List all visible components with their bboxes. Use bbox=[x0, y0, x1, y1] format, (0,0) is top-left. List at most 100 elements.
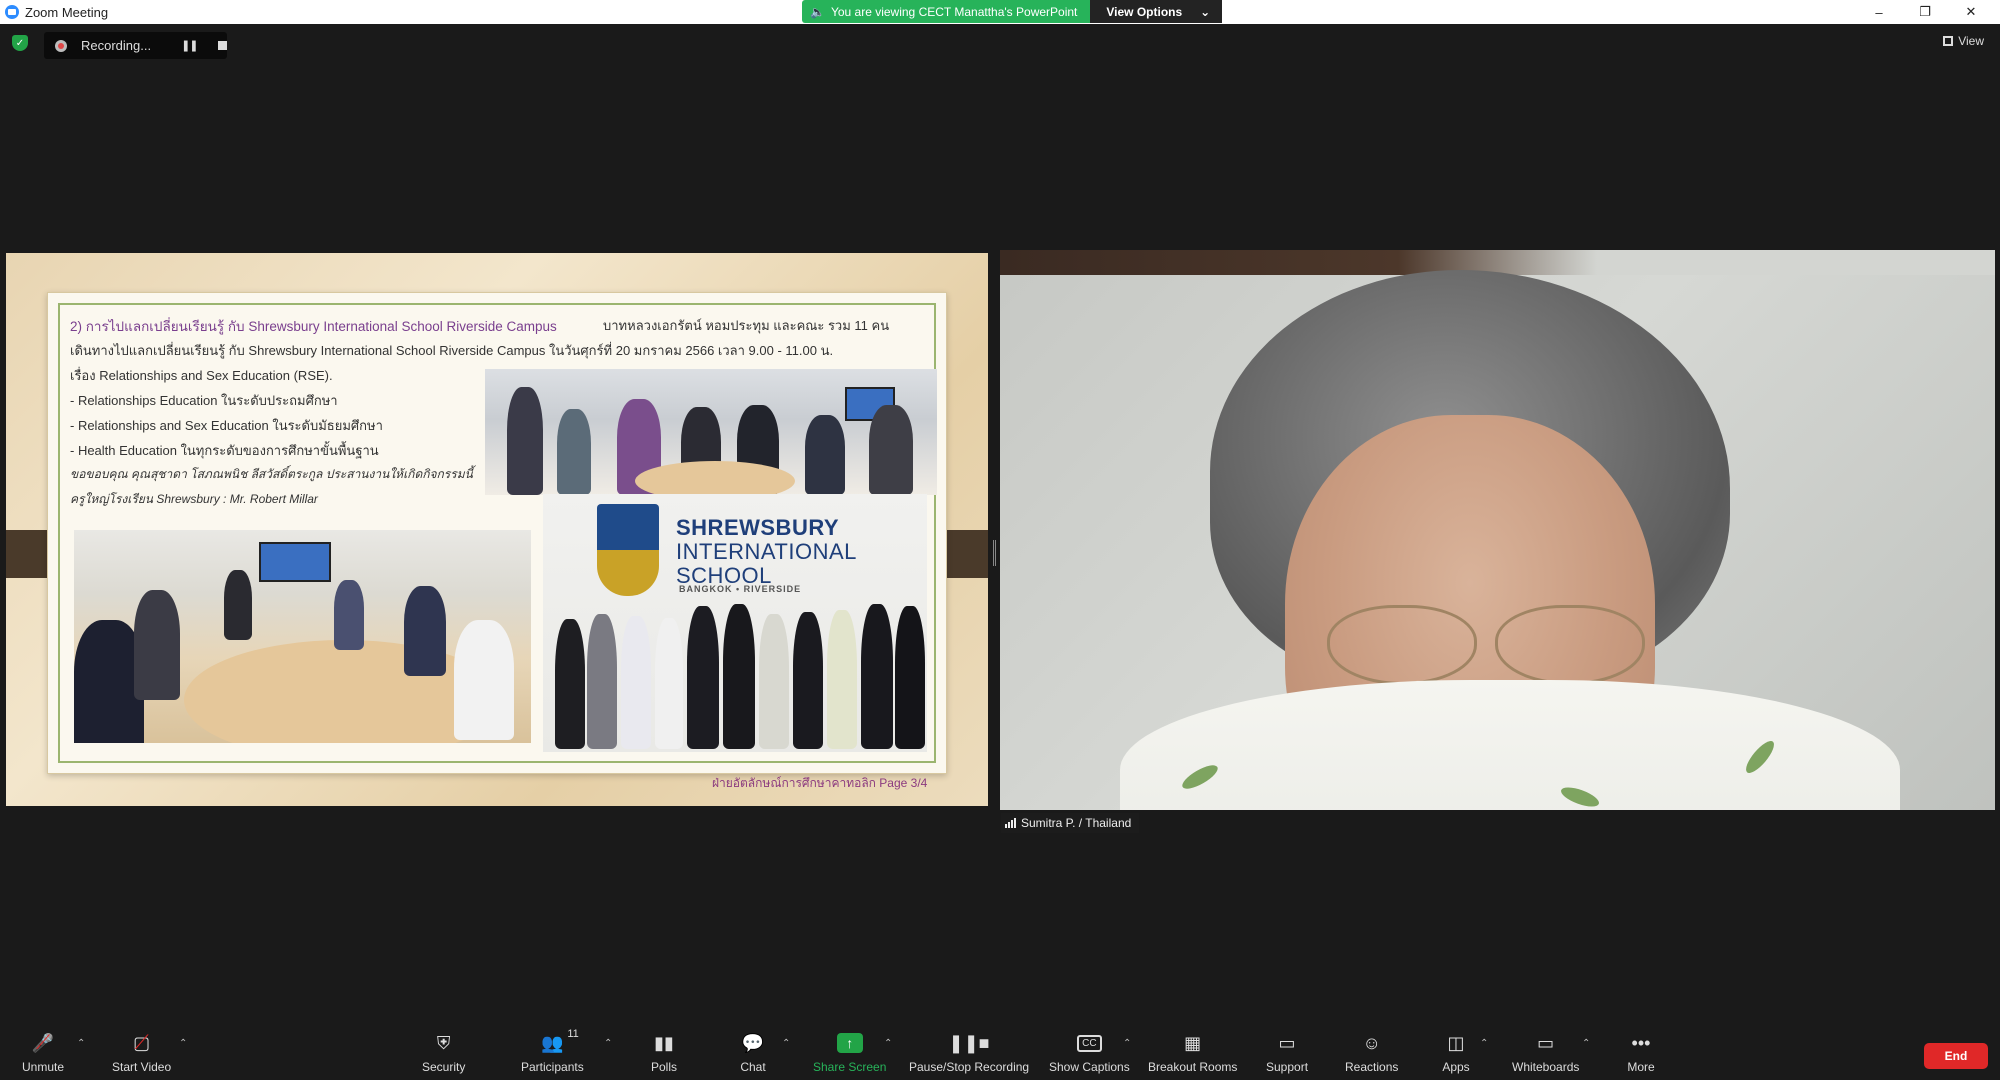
apps-button[interactable]: ◫ Apps bbox=[1441, 1032, 1471, 1075]
pause-stop-recording-label: Pause/Stop Recording bbox=[909, 1060, 1030, 1074]
participants-button[interactable]: 👥 11 Participants bbox=[521, 1028, 584, 1074]
chat-options-chevron-icon[interactable]: ⌃ bbox=[782, 1038, 790, 1049]
shared-screen-slide: 2) การไปแลกเปลี่ยนเรียนรู้ กับ Shrewsbur… bbox=[6, 253, 988, 806]
breakout-rooms-button[interactable]: ▦ Breakout Rooms bbox=[1148, 1032, 1238, 1075]
share-screen-button[interactable]: ↑ Share Screen bbox=[813, 1032, 886, 1074]
start-video-label: Start Video bbox=[112, 1060, 172, 1074]
chevron-down-icon: ⌄ bbox=[1200, 4, 1211, 19]
whiteboards-label: Whiteboards bbox=[1512, 1060, 1580, 1074]
slide-line-2: เดินทางไปแลกเปลี่ยนเรียนรู้ กับ Shrewsbu… bbox=[70, 343, 834, 358]
share-options-chevron-icon[interactable]: ⌃ bbox=[884, 1038, 892, 1049]
slide-line-6: - Health Education ในทุกระดับของการศึกษา… bbox=[70, 443, 379, 458]
support-icon: ▭ bbox=[1278, 1032, 1296, 1053]
pause-recording-icon[interactable]: ❚❚ bbox=[181, 39, 198, 52]
more-dots-icon: ••• bbox=[1631, 1032, 1651, 1053]
slide-footer: ฝ่ายอัตลักษณ์การศึกษาคาทอลิก Page 3/4 bbox=[712, 776, 928, 790]
start-video-button[interactable]: ▢ ⟋ Start Video bbox=[112, 1031, 172, 1075]
end-meeting-button[interactable]: End bbox=[1924, 1043, 1988, 1069]
viewing-text: You are viewing CECT Manattha's PowerPoi… bbox=[830, 4, 1078, 19]
recording-indicator: Recording... ❚❚ bbox=[44, 32, 227, 59]
security-label: Security bbox=[422, 1060, 466, 1074]
pause-stop-recording-icon: ❚❚■ bbox=[948, 1032, 990, 1053]
stop-recording-icon[interactable] bbox=[217, 41, 227, 50]
captions-icon: CC bbox=[1074, 1032, 1104, 1054]
shield-icon: ⛨ bbox=[436, 1032, 451, 1053]
slide-line-3: เรื่อง Relationships and Sex Education (… bbox=[70, 368, 333, 383]
whiteboards-options-chevron-icon[interactable]: ⌃ bbox=[1582, 1038, 1590, 1049]
reactions-button[interactable]: ☺ Reactions bbox=[1345, 1032, 1399, 1075]
glasses-left-lens bbox=[1327, 605, 1477, 685]
participants-label: Participants bbox=[521, 1060, 584, 1074]
video-options-chevron-icon[interactable]: ⌃ bbox=[179, 1038, 187, 1049]
more-label: More bbox=[1627, 1060, 1655, 1074]
participant-name: Sumitra P. / Thailand bbox=[1021, 816, 1132, 830]
polls-icon: ▮▮ bbox=[654, 1032, 674, 1053]
record-icon bbox=[55, 39, 67, 52]
support-button[interactable]: ▭ Support bbox=[1266, 1032, 1309, 1075]
close-button[interactable]: ✕ bbox=[1948, 0, 1994, 24]
slide-line-7: ขอขอบคุณ คุณสุชาดา โสภณพนิช ลีสวัสดิ์ตระ… bbox=[70, 467, 473, 481]
zoom-logo-icon bbox=[5, 5, 19, 19]
school-name-line-1: SHREWSBURY bbox=[676, 515, 840, 540]
signal-strength-icon bbox=[1005, 818, 1016, 828]
muted-microphone-icon: 🎤 ⟋ bbox=[31, 1031, 55, 1054]
school-crest-logo bbox=[597, 504, 659, 596]
audio-options-chevron-icon[interactable]: ⌃ bbox=[77, 1038, 85, 1049]
breakout-rooms-icon: ▦ bbox=[1184, 1032, 1202, 1053]
reactions-icon: ☺ bbox=[1362, 1032, 1381, 1053]
support-label: Support bbox=[1266, 1060, 1309, 1074]
pause-stop-recording-button[interactable]: ❚❚■ Pause/Stop Recording bbox=[909, 1032, 1030, 1075]
restore-button[interactable]: ❐ bbox=[1902, 0, 1948, 24]
recording-label: Recording... bbox=[81, 38, 152, 53]
participants-icon: 👥 11 bbox=[541, 1028, 579, 1053]
apps-icon: ◫ bbox=[1447, 1032, 1465, 1053]
glasses-right-lens bbox=[1495, 605, 1645, 685]
participant-shirt bbox=[1120, 680, 1900, 810]
slide-line-8: ครูใหญ่โรงเรียน Shrewsbury : Mr. Robert … bbox=[70, 492, 318, 506]
unmute-button[interactable]: 🎤 ⟋ Unmute bbox=[22, 1031, 65, 1075]
captions-options-chevron-icon[interactable]: ⌃ bbox=[1123, 1038, 1131, 1049]
view-options-label: View Options bbox=[1106, 4, 1183, 19]
school-name-line-2: INTERNATIONAL bbox=[676, 539, 857, 564]
viewing-indicator: 🔈 You are viewing CECT Manattha's PowerP… bbox=[802, 0, 1091, 23]
meeting-toolbar: 🎤 ⟋ Unmute ⌃ ▢ ⟋ Start Video ⌃ ⛨ Security … bbox=[0, 1024, 2000, 1080]
meeting-photo-top bbox=[485, 369, 937, 495]
participants-count: 11 bbox=[567, 1028, 579, 1040]
polls-button[interactable]: ▮▮ Polls bbox=[649, 1032, 679, 1075]
slide-card: 2) การไปแลกเปลี่ยนเรียนรู้ กับ Shrewsbur… bbox=[47, 292, 947, 774]
reactions-label: Reactions bbox=[1345, 1060, 1399, 1074]
chat-icon: 💬 bbox=[741, 1032, 765, 1053]
school-location-text: BANGKOK • RIVERSIDE bbox=[679, 584, 802, 594]
school-logo-text: SHREWSBURY INTERNATIONAL SCHOOL bbox=[676, 516, 857, 588]
share-banner: 🔈 You are viewing CECT Manattha's PowerP… bbox=[802, 0, 1223, 23]
unmute-label: Unmute bbox=[22, 1060, 65, 1074]
participant-name-tag: Sumitra P. / Thailand bbox=[1001, 813, 1140, 833]
slide-line-4: - Relationships Education ในระดับประถมศึ… bbox=[70, 393, 338, 408]
breakout-rooms-label: Breakout Rooms bbox=[1148, 1060, 1238, 1074]
more-button[interactable]: ••• More bbox=[1626, 1032, 1656, 1075]
participants-options-chevron-icon[interactable]: ⌃ bbox=[604, 1038, 612, 1049]
chat-button[interactable]: 💬 Chat bbox=[738, 1032, 768, 1075]
encryption-shield-icon[interactable]: ✓ bbox=[12, 35, 28, 51]
split-view-handle[interactable] bbox=[993, 540, 996, 566]
view-layout-icon bbox=[1943, 36, 1954, 46]
apps-options-chevron-icon[interactable]: ⌃ bbox=[1480, 1038, 1488, 1049]
share-screen-icon: ↑ bbox=[835, 1032, 865, 1054]
view-button[interactable]: View bbox=[1943, 34, 1984, 48]
meeting-photo-bottom bbox=[74, 530, 531, 743]
show-captions-label: Show Captions bbox=[1049, 1060, 1130, 1074]
window-title: Zoom Meeting bbox=[25, 4, 109, 20]
slide-title: 2) การไปแลกเปลี่ยนเรียนรู้ กับ Shrewsbur… bbox=[70, 319, 557, 334]
security-button[interactable]: ⛨ Security bbox=[422, 1032, 466, 1075]
whiteboards-button[interactable]: ▭ Whiteboards bbox=[1512, 1032, 1580, 1075]
minimize-button[interactable]: – bbox=[1856, 0, 1902, 24]
view-options-button[interactable]: View Options ⌄ bbox=[1090, 0, 1223, 23]
title-bar: Zoom Meeting 🔈 You are viewing CECT Mana… bbox=[0, 0, 2000, 24]
show-captions-button[interactable]: CC Show Captions bbox=[1049, 1032, 1130, 1074]
slide-title-right: บาทหลวงเอกรัตน์ หอมประทุม และคณะ รวม 11 … bbox=[603, 318, 890, 333]
participant-video[interactable] bbox=[1000, 250, 1995, 810]
video-off-icon: ▢ ⟋ bbox=[133, 1031, 151, 1054]
polls-label: Polls bbox=[650, 1060, 677, 1074]
school-group-photo: SHREWSBURY INTERNATIONAL SCHOOL BANGKOK … bbox=[543, 494, 927, 752]
photo-screen-2 bbox=[259, 542, 331, 582]
